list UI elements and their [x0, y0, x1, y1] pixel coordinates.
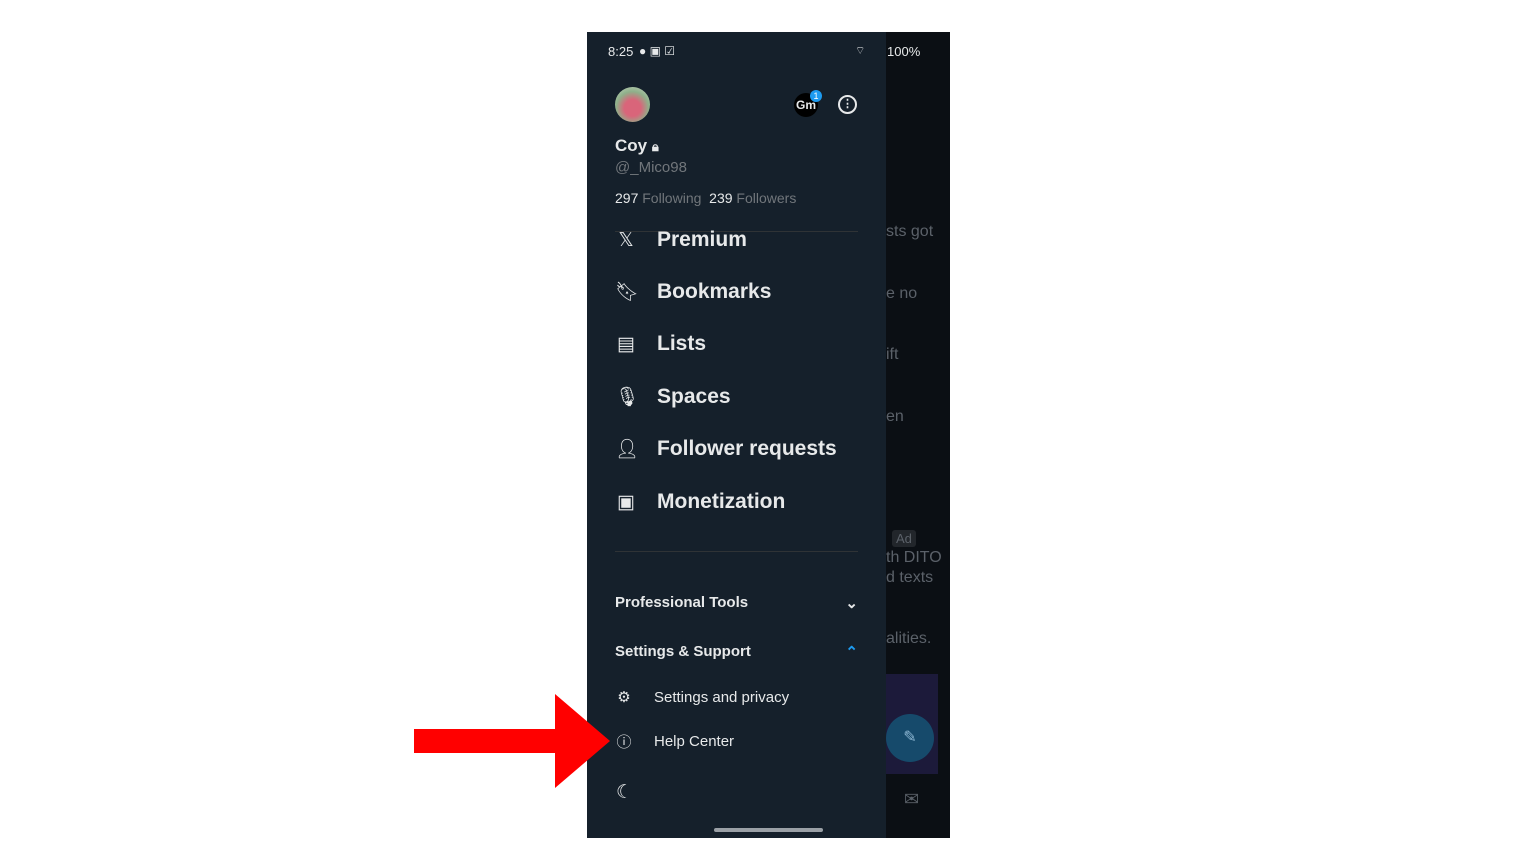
help-icon: ⓘ: [616, 734, 632, 751]
professional-tools-section[interactable]: Professional Tools ⌄: [615, 594, 858, 612]
notification-badge: 1: [810, 90, 822, 102]
menu-label: Follower requests: [657, 437, 837, 460]
list-icon: ▤: [617, 333, 635, 355]
menu-item-bookmarks[interactable]: 🔖︎ Bookmarks: [615, 280, 771, 304]
settings-support-section[interactable]: Settings & Support ⌃: [615, 643, 858, 661]
menu-label: Monetization: [657, 490, 786, 513]
red-arrow-annotation: [414, 694, 610, 788]
settings-and-privacy-item[interactable]: ⚙ Settings and privacy: [615, 688, 790, 707]
menu-item-follower-requests[interactable]: 👤︎ Follower requests: [615, 437, 837, 461]
feed-text: sts got: [886, 223, 934, 240]
bookmark-icon: 🔖︎: [615, 282, 640, 303]
feed-text: d texts: [886, 569, 934, 586]
section-label: Professional Tools: [615, 594, 749, 611]
spaces-icon: 🎙︎: [615, 387, 640, 408]
dark-mode-icon[interactable]: ☾: [616, 781, 633, 804]
background-feed: sts got e no ift en Ad th DITO d texts a…: [886, 84, 950, 824]
chevron-up-icon: ⌃: [845, 644, 858, 661]
divider: [615, 551, 858, 552]
following-count[interactable]: 297: [615, 190, 638, 206]
menu-item-premium[interactable]: 𝕏 Premium: [615, 228, 747, 252]
wifi-signal-icon: ⌔: [855, 45, 866, 57]
ad-badge: Ad: [892, 530, 916, 547]
monetization-icon: ▣: [617, 491, 635, 513]
follow-stats: 297 Following 239 Followers: [615, 190, 796, 206]
menu-label: Lists: [657, 332, 707, 355]
feed-text: alities.: [886, 630, 932, 647]
compose-button[interactable]: ✎: [886, 714, 934, 762]
menu-item-monetization[interactable]: ▣ Monetization: [615, 490, 785, 514]
battery-level: 100%: [887, 44, 921, 59]
messages-icon[interactable]: ✉: [904, 789, 919, 810]
notification-icons: ● ▣ ☑: [639, 44, 676, 58]
feed-text: th DITO: [886, 549, 942, 566]
followers-count[interactable]: 239: [709, 190, 732, 206]
x-logo-icon: 𝕏: [618, 229, 634, 251]
profile-name: Coy: [615, 136, 648, 155]
item-label: Help Center: [654, 733, 735, 750]
lock-icon: 🔒︎: [651, 139, 659, 154]
phone-screen: sts got e no ift en Ad th DITO d texts a…: [587, 32, 950, 838]
menu-item-lists[interactable]: ▤ Lists: [615, 332, 706, 356]
chevron-down-icon: ⌄: [845, 595, 858, 612]
profile-handle: @_Mico98: [615, 159, 687, 176]
arrow-shape: [414, 694, 610, 788]
navigation-drawer: 8:25 ● ▣ ☑ ⌔ 100% Gm 1 ⋮ Coy 🔒︎ @_Mico98…: [587, 32, 920, 838]
menu-label: Bookmarks: [657, 280, 772, 303]
section-label: Settings & Support: [615, 643, 751, 660]
feed-text: ift: [886, 346, 899, 363]
profile-name-row: Coy 🔒︎: [615, 136, 659, 156]
menu-label: Premium: [657, 228, 747, 251]
feed-text: e no: [886, 285, 918, 302]
feed-text: en: [886, 408, 904, 425]
home-indicator: [714, 828, 823, 832]
menu-label: Spaces: [657, 385, 731, 408]
avatar[interactable]: [615, 87, 650, 122]
gear-icon: ⚙: [617, 689, 631, 706]
help-center-item[interactable]: ⓘ Help Center: [615, 731, 734, 752]
item-label: Settings and privacy: [654, 688, 790, 706]
followers-label[interactable]: Followers: [736, 190, 796, 206]
status-time: 8:25: [608, 44, 634, 59]
following-label[interactable]: Following: [642, 190, 701, 206]
menu-item-spaces[interactable]: 🎙︎ Spaces: [615, 385, 731, 409]
more-options-icon[interactable]: ⋮: [838, 95, 857, 114]
follower-request-icon: 👤︎: [615, 439, 640, 460]
